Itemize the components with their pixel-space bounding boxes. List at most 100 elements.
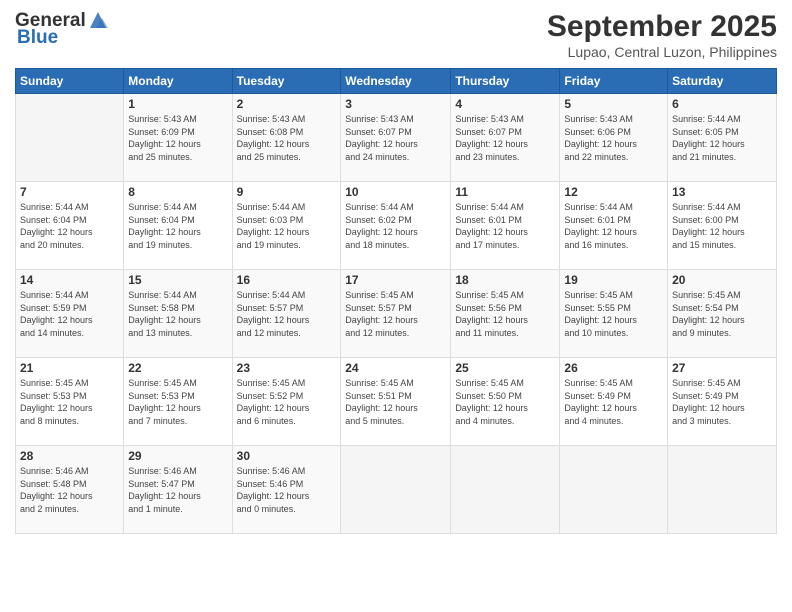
calendar-header-sunday: Sunday: [16, 69, 124, 94]
day-info: Sunrise: 5:45 AM Sunset: 5:57 PM Dayligh…: [345, 289, 446, 339]
calendar-cell: 3 Sunrise: 5:43 AM Sunset: 6:07 PM Daylig…: [341, 94, 451, 182]
calendar-table: SundayMondayTuesdayWednesdayThursdayFrid…: [15, 68, 777, 534]
calendar-cell: 26 Sunrise: 5:45 AM Sunset: 5:49 PM Dayli…: [560, 358, 668, 446]
day-info: Sunrise: 5:44 AM Sunset: 6:01 PM Dayligh…: [455, 201, 555, 251]
day-info: Sunrise: 5:46 AM Sunset: 5:46 PM Dayligh…: [237, 465, 337, 515]
calendar-cell: 15Sunrise: 5:44 AM Sunset: 5:58 PM Dayli…: [124, 270, 232, 358]
calendar-week-4: 21 Sunrise: 5:45 AM Sunset: 5:53 PM Dayli…: [16, 358, 777, 446]
calendar-header-row: SundayMondayTuesdayWednesdayThursdayFrid…: [16, 69, 777, 94]
calendar-cell: 24 Sunrise: 5:45 AM Sunset: 5:51 PM Dayli…: [341, 358, 451, 446]
day-number: 5: [564, 97, 663, 111]
day-number: 25: [455, 361, 555, 375]
day-number: 24: [345, 361, 446, 375]
day-info: Sunrise: 5:45 AM Sunset: 5:55 PM Dayligh…: [564, 289, 663, 339]
calendar-header-saturday: Saturday: [668, 69, 777, 94]
calendar-cell: [451, 446, 560, 534]
month-title: September 2025: [547, 10, 777, 44]
calendar-week-1: 1Sunrise: 5:43 AM Sunset: 6:09 PM Daylig…: [16, 94, 777, 182]
day-number: 10: [345, 185, 446, 199]
calendar-header-wednesday: Wednesday: [341, 69, 451, 94]
day-number: 14: [20, 273, 119, 287]
calendar-cell: 2 Sunrise: 5:43 AM Sunset: 6:08 PM Daylig…: [232, 94, 341, 182]
day-number: 2: [237, 97, 337, 111]
calendar-cell: 12 Sunrise: 5:44 AM Sunset: 6:01 PM Dayli…: [560, 182, 668, 270]
day-info: Sunrise: 5:43 AM Sunset: 6:07 PM Dayligh…: [455, 113, 555, 163]
calendar-cell: 28 Sunrise: 5:46 AM Sunset: 5:48 PM Dayli…: [16, 446, 124, 534]
day-number: 23: [237, 361, 337, 375]
calendar-cell: 25 Sunrise: 5:45 AM Sunset: 5:50 PM Dayli…: [451, 358, 560, 446]
calendar-cell: 1Sunrise: 5:43 AM Sunset: 6:09 PM Daylig…: [124, 94, 232, 182]
day-number: 18: [455, 273, 555, 287]
day-info: Sunrise: 5:46 AM Sunset: 5:47 PM Dayligh…: [128, 465, 227, 515]
calendar-week-2: 7 Sunrise: 5:44 AM Sunset: 6:04 PM Daylig…: [16, 182, 777, 270]
day-info: Sunrise: 5:45 AM Sunset: 5:51 PM Dayligh…: [345, 377, 446, 427]
day-number: 9: [237, 185, 337, 199]
day-info: Sunrise: 5:45 AM Sunset: 5:50 PM Dayligh…: [455, 377, 555, 427]
day-number: 19: [564, 273, 663, 287]
day-number: 28: [20, 449, 119, 463]
day-number: 30: [237, 449, 337, 463]
day-info: Sunrise: 5:43 AM Sunset: 6:07 PM Dayligh…: [345, 113, 446, 163]
day-info: Sunrise: 5:43 AM Sunset: 6:09 PM Dayligh…: [128, 113, 227, 163]
day-number: 3: [345, 97, 446, 111]
day-number: 16: [237, 273, 337, 287]
calendar-cell: 8Sunrise: 5:44 AM Sunset: 6:04 PM Daylig…: [124, 182, 232, 270]
calendar-cell: 7 Sunrise: 5:44 AM Sunset: 6:04 PM Daylig…: [16, 182, 124, 270]
title-section: September 2025 Lupao, Central Luzon, Phi…: [547, 10, 777, 60]
calendar-cell: 27 Sunrise: 5:45 AM Sunset: 5:49 PM Dayli…: [668, 358, 777, 446]
calendar-header-friday: Friday: [560, 69, 668, 94]
logo-icon: [88, 10, 108, 30]
calendar-cell: 14 Sunrise: 5:44 AM Sunset: 5:59 PM Dayli…: [16, 270, 124, 358]
calendar-header-tuesday: Tuesday: [232, 69, 341, 94]
day-number: 7: [20, 185, 119, 199]
day-number: 27: [672, 361, 772, 375]
day-info: Sunrise: 5:45 AM Sunset: 5:52 PM Dayligh…: [237, 377, 337, 427]
day-info: Sunrise: 5:44 AM Sunset: 5:58 PM Dayligh…: [128, 289, 227, 339]
day-info: Sunrise: 5:44 AM Sunset: 6:05 PM Dayligh…: [672, 113, 772, 163]
calendar-header-thursday: Thursday: [451, 69, 560, 94]
logo: General Blue: [15, 10, 108, 49]
calendar-cell: [668, 446, 777, 534]
calendar-cell: 29 Sunrise: 5:46 AM Sunset: 5:47 PM Dayli…: [124, 446, 232, 534]
day-number: 12: [564, 185, 663, 199]
day-info: Sunrise: 5:43 AM Sunset: 6:08 PM Dayligh…: [237, 113, 337, 163]
day-info: Sunrise: 5:44 AM Sunset: 6:01 PM Dayligh…: [564, 201, 663, 251]
calendar-week-5: 28 Sunrise: 5:46 AM Sunset: 5:48 PM Dayli…: [16, 446, 777, 534]
day-info: Sunrise: 5:45 AM Sunset: 5:53 PM Dayligh…: [128, 377, 227, 427]
day-number: 13: [672, 185, 772, 199]
day-info: Sunrise: 5:45 AM Sunset: 5:49 PM Dayligh…: [672, 377, 772, 427]
calendar-cell: 9 Sunrise: 5:44 AM Sunset: 6:03 PM Daylig…: [232, 182, 341, 270]
day-number: 17: [345, 273, 446, 287]
day-number: 29: [128, 449, 227, 463]
day-number: 22: [128, 361, 227, 375]
calendar-cell: [560, 446, 668, 534]
header: General Blue September 2025 Lupao, Centr…: [15, 10, 777, 60]
calendar-cell: 11Sunrise: 5:44 AM Sunset: 6:01 PM Dayli…: [451, 182, 560, 270]
day-info: Sunrise: 5:44 AM Sunset: 6:02 PM Dayligh…: [345, 201, 446, 251]
day-info: Sunrise: 5:44 AM Sunset: 5:57 PM Dayligh…: [237, 289, 337, 339]
day-info: Sunrise: 5:44 AM Sunset: 6:03 PM Dayligh…: [237, 201, 337, 251]
day-info: Sunrise: 5:44 AM Sunset: 5:59 PM Dayligh…: [20, 289, 119, 339]
day-number: 6: [672, 97, 772, 111]
day-info: Sunrise: 5:45 AM Sunset: 5:53 PM Dayligh…: [20, 377, 119, 427]
calendar-cell: [341, 446, 451, 534]
calendar-cell: 23 Sunrise: 5:45 AM Sunset: 5:52 PM Dayli…: [232, 358, 341, 446]
calendar-week-3: 14 Sunrise: 5:44 AM Sunset: 5:59 PM Dayli…: [16, 270, 777, 358]
day-number: 8: [128, 185, 227, 199]
calendar-cell: 17 Sunrise: 5:45 AM Sunset: 5:57 PM Dayli…: [341, 270, 451, 358]
calendar-cell: 20Sunrise: 5:45 AM Sunset: 5:54 PM Dayli…: [668, 270, 777, 358]
location-title: Lupao, Central Luzon, Philippines: [547, 44, 777, 60]
calendar-cell: 16 Sunrise: 5:44 AM Sunset: 5:57 PM Dayli…: [232, 270, 341, 358]
day-number: 4: [455, 97, 555, 111]
logo-block: General Blue: [15, 10, 108, 49]
day-info: Sunrise: 5:44 AM Sunset: 6:04 PM Dayligh…: [20, 201, 119, 251]
day-info: Sunrise: 5:45 AM Sunset: 5:49 PM Dayligh…: [564, 377, 663, 427]
day-info: Sunrise: 5:45 AM Sunset: 5:56 PM Dayligh…: [455, 289, 555, 339]
calendar-cell: 18 Sunrise: 5:45 AM Sunset: 5:56 PM Dayli…: [451, 270, 560, 358]
day-info: Sunrise: 5:46 AM Sunset: 5:48 PM Dayligh…: [20, 465, 119, 515]
logo-blue-text: Blue: [17, 28, 108, 49]
day-number: 21: [20, 361, 119, 375]
day-number: 26: [564, 361, 663, 375]
calendar-cell: 13Sunrise: 5:44 AM Sunset: 6:00 PM Dayli…: [668, 182, 777, 270]
calendar-cell: 6 Sunrise: 5:44 AM Sunset: 6:05 PM Daylig…: [668, 94, 777, 182]
